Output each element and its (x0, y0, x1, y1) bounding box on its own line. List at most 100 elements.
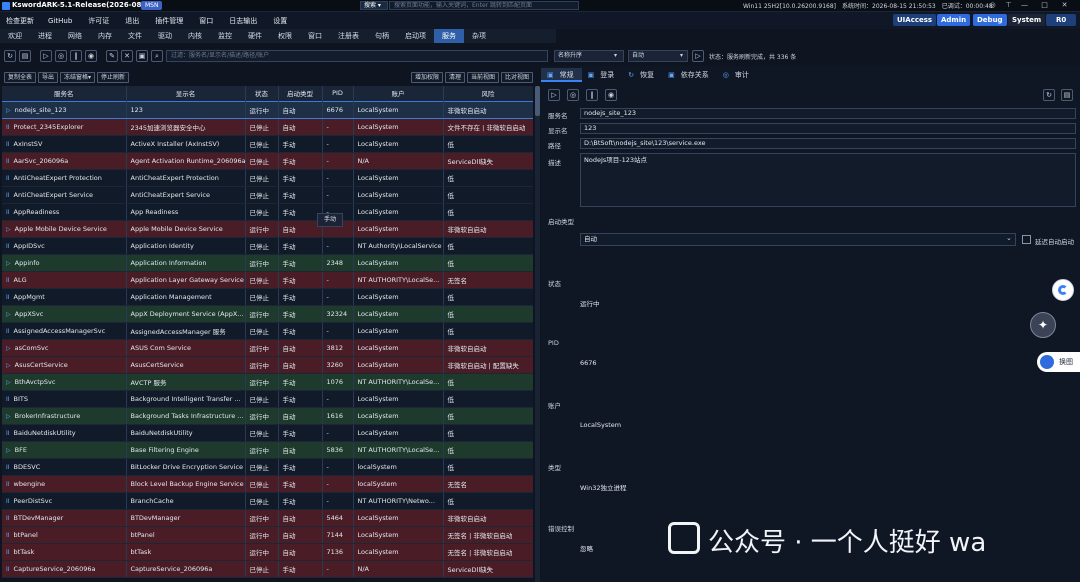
uiaccess-button[interactable]: UIAccess (893, 14, 937, 26)
menu-exit[interactable]: 退出 (125, 16, 139, 26)
debug-button[interactable]: Debug (973, 14, 1007, 26)
table-row[interactable]: II BTDevManager BTDevManager 运行中 自动 5464 Local… (2, 509, 533, 527)
minimize-icon[interactable]: — (1020, 1, 1029, 10)
save-detail-icon[interactable]: ▤ (1061, 89, 1073, 101)
target-icon[interactable]: ◎ (988, 1, 997, 10)
compare-view-button[interactable]: 比对视图 (500, 71, 533, 83)
pause-service-icon[interactable]: ‖ (70, 50, 82, 62)
delayed-start-checkbox[interactable] (1022, 235, 1031, 244)
tab-13[interactable]: 启动项 (397, 29, 434, 43)
path-field[interactable]: D:\BtSoft\nodejs_site\123\service.exe (580, 138, 1076, 149)
table-row[interactable]: II PeerDistSvc BranchCache 已停止 手动 - NT AUTHORI… (2, 492, 533, 510)
table-row[interactable]: ▷ Appinfo Application Information 运行中 手动 2348… (2, 254, 533, 272)
table-row[interactable]: ▷ nodejs_site_123 123 运行中 自动 6676 LocalSystem 非… (2, 100, 533, 119)
filter-input[interactable]: 过滤：服务名/显示名/描述/路径/账户 (166, 50, 548, 62)
r0-button[interactable]: R0 (1046, 14, 1077, 26)
tab-3[interactable]: 内存 (90, 29, 120, 43)
resume-service-icon[interactable]: ◉ (85, 50, 97, 62)
maximize-icon[interactable]: □ (1040, 1, 1049, 10)
start-service-icon[interactable]: ▷ (40, 50, 52, 62)
copy-all-button[interactable]: 复制全表 (4, 71, 37, 83)
display-name-field[interactable]: 123 (580, 123, 1076, 134)
table-row[interactable]: ▷ AppXSvc AppX Deployment Service (AppX...… (2, 305, 533, 323)
tab-2[interactable]: 网络 (60, 29, 90, 43)
assistant-ball-icon[interactable] (1052, 279, 1074, 301)
file-icon[interactable]: ▤ (19, 50, 31, 62)
tab-4[interactable]: 文件 (120, 29, 150, 43)
tools-ball-icon[interactable]: ✦ (1030, 312, 1056, 338)
table-row[interactable]: II AntiCheatExpert Protection AntiCheatExp… (2, 169, 533, 187)
menu-license[interactable]: 许可证 (88, 16, 109, 26)
close-icon[interactable]: ✕ (1060, 1, 1069, 10)
copy-icon[interactable]: ▣ (136, 50, 148, 62)
tab-14[interactable]: 服务 (434, 29, 464, 43)
delete-icon[interactable]: ✕ (121, 50, 133, 62)
table-row[interactable]: II BDESVC BitLocker Drive Encryption Servi… (2, 458, 533, 476)
locate-icon[interactable]: ⌕ (151, 50, 163, 62)
col-risk[interactable]: 风险 (443, 86, 533, 101)
table-row[interactable]: ▷ asComSvc ASUS Com Service 运行中 自动 3812 LocalS… (2, 339, 533, 357)
add-permission-button[interactable]: 增加权限 (410, 71, 443, 83)
table-scrollbar[interactable] (535, 86, 540, 582)
freeze-panes-button[interactable]: 冻结窗格▾ (60, 71, 96, 83)
menu-log-output[interactable]: 日志输出 (229, 16, 257, 26)
table-row[interactable]: II AarSvc_206096a Agent Activation Runtime… (2, 152, 533, 170)
edit-icon[interactable]: ✎ (106, 50, 118, 62)
col-service-name[interactable]: 服务名 (2, 86, 127, 101)
table-row[interactable]: II AppIDSvc Application Identity 已停止 手动 - NT A… (2, 237, 533, 255)
tab-11[interactable]: 注册表 (330, 29, 367, 43)
stop-icon[interactable]: ◎ (567, 89, 579, 101)
table-row[interactable]: II btPanel btPanel 运行中 自动 7144 LocalSystem 无签名 … (2, 526, 533, 544)
description-field[interactable]: NodeJs项目-123站点 (580, 153, 1076, 207)
table-row[interactable]: II Protect_2345Explorer 2345加速浏览器安全中心 已停止 自动… (2, 118, 533, 136)
pin-icon[interactable]: ⊤ (1004, 1, 1013, 10)
stop-refresh-button[interactable]: 停止刷新 (97, 71, 130, 83)
tab-0[interactable]: 欢迎 (0, 29, 30, 43)
export-button[interactable]: 导出 (38, 71, 59, 83)
table-row[interactable]: II BaiduNetdiskUtility BaiduNetdiskUtility… (2, 424, 533, 442)
tab-9[interactable]: 权限 (270, 29, 300, 43)
table-row[interactable]: ▷ AsusCertService AsusCertService 运行中 自动 3260… (2, 356, 533, 374)
table-row[interactable]: II CaptureService_206096a CaptureService_2… (2, 560, 533, 578)
detail-tab-0[interactable]: ▣ 常规 (541, 68, 582, 82)
col-status[interactable]: 状态 (245, 86, 279, 101)
resume-icon[interactable]: ◉ (605, 89, 617, 101)
col-start-type[interactable]: 启动类型 (278, 86, 323, 101)
msn-badge[interactable]: MSN (141, 1, 163, 10)
tab-5[interactable]: 驱动 (150, 29, 180, 43)
start-type-select[interactable]: 自动 (580, 233, 1016, 246)
col-account[interactable]: 账户 (353, 86, 444, 101)
menu-check-update[interactable]: 检查更新 (6, 16, 34, 26)
table-row[interactable]: ▷ BFE Base Filtering Engine 运行中 自动 5836 NT AUT… (2, 441, 533, 459)
detail-tab-1[interactable]: ▣ 登录 (582, 68, 623, 82)
table-row[interactable]: ▷ BthAvctpSvc AVCTP 服务 运行中 手动 1076 NT AUTHORIT… (2, 373, 533, 391)
current-view-button[interactable]: 当前视图 (466, 71, 499, 83)
refresh-detail-icon[interactable]: ↻ (1043, 89, 1055, 101)
table-row[interactable]: ▷ Apple Mobile Device Service Apple Mobile… (2, 220, 533, 238)
menu-window[interactable]: 窗口 (199, 16, 213, 26)
tab-7[interactable]: 监控 (210, 29, 240, 43)
pause-icon[interactable]: ‖ (586, 89, 598, 101)
tab-10[interactable]: 窗口 (300, 29, 330, 43)
admin-button[interactable]: Admin (937, 14, 971, 26)
menu-plugins[interactable]: 插件管理 (155, 16, 183, 26)
tab-6[interactable]: 内核 (180, 29, 210, 43)
search-scope-dropdown[interactable]: 搜索 ▾ (360, 1, 388, 10)
float-pill[interactable]: 换图 (1037, 352, 1080, 372)
detail-tab-4[interactable]: ◎ 审计 (717, 68, 757, 82)
table-row[interactable]: II AppMgmt Application Management 已停止 手动 - Loc… (2, 288, 533, 306)
detail-tab-3[interactable]: ▣ 依存关系 (662, 68, 717, 82)
tab-15[interactable]: 杂项 (464, 29, 494, 43)
clean-button[interactable]: 清理 (444, 71, 465, 83)
stop-service-icon[interactable]: ◎ (55, 50, 67, 62)
tab-8[interactable]: 硬件 (240, 29, 270, 43)
menu-github[interactable]: GitHub (48, 17, 72, 25)
table-row[interactable]: II btTask btTask 运行中 自动 7136 LocalSystem 无签名 | … (2, 543, 533, 561)
table-scrollbar-thumb[interactable] (535, 86, 540, 116)
menu-settings[interactable]: 设置 (273, 16, 287, 26)
tab-1[interactable]: 进程 (30, 29, 60, 43)
table-row[interactable]: II BITS Background Intelligent Transfer ..… (2, 390, 533, 408)
table-row[interactable]: II AppReadiness App Readiness 已停止 手动 - LocalSy… (2, 203, 533, 221)
table-row[interactable]: ▷ BrokerInfrastructure Background Tasks In… (2, 407, 533, 425)
table-row[interactable]: II ALG Application Layer Gateway Service 已停… (2, 271, 533, 289)
